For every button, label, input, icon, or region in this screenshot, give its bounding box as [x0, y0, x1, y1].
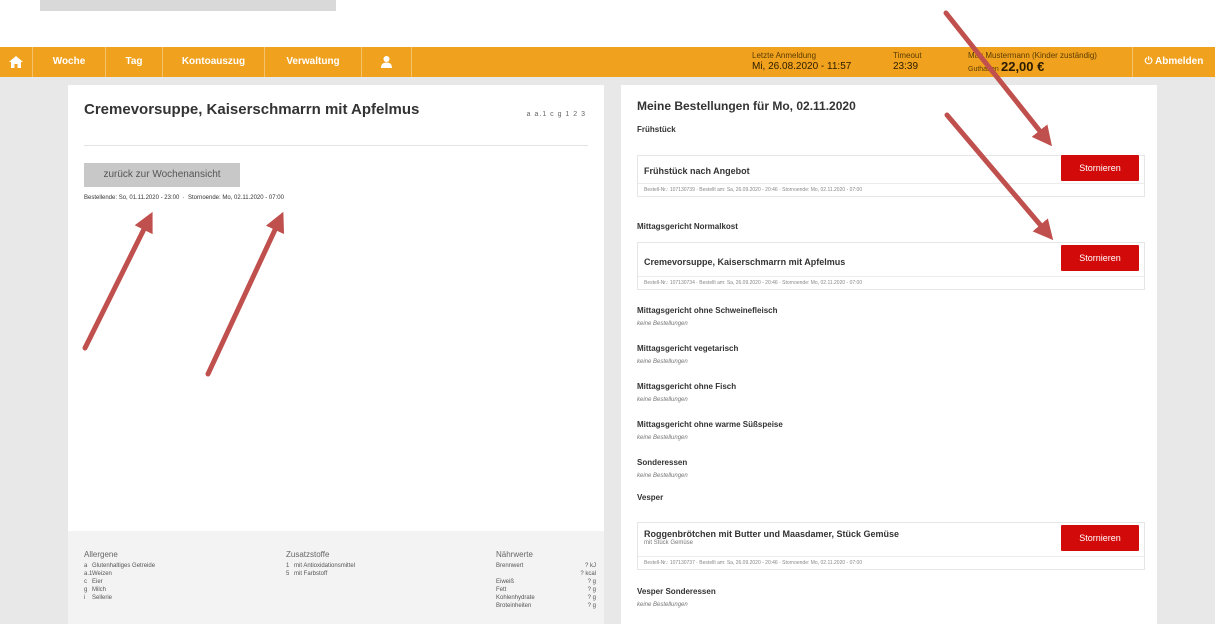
allergen-codes: a a.1 c g 1 2 3	[526, 111, 586, 118]
section-vesper-sonderessen: Vesper Sonderessen	[637, 587, 716, 596]
cancel-order-button[interactable]: Stornieren	[1061, 245, 1139, 271]
nav-tag[interactable]: Tag	[106, 47, 163, 77]
no-orders-text: keine Bestellungen	[637, 602, 688, 608]
logout-button[interactable]: ⏻ Abmelden	[1132, 47, 1215, 77]
user-profile-button[interactable]	[362, 47, 412, 77]
nutrition-legend: Nährwerte Brennwert? kJ ? kcal Eiweiß? g…	[496, 550, 596, 610]
no-orders-text: keine Bestellungen	[637, 435, 688, 441]
meal-detail-panel: Cremevorsuppe, Kaiserschmarrn mit Apfelm…	[68, 85, 604, 624]
order-name: Roggenbrötchen mit Butter und Maasdamer,…	[644, 529, 900, 539]
additives-heading: Zusatzstoffe	[286, 550, 330, 559]
top-gray-bar	[40, 0, 336, 11]
cancel-order-button[interactable]: Stornieren	[1061, 525, 1139, 551]
no-orders-text: keine Bestellungen	[637, 359, 688, 365]
last-login-info: Letzte Anmeldung Mi, 26.08.2020 - 11:57	[752, 51, 852, 72]
back-to-week-button[interactable]: zurück zur Wochenansicht	[84, 163, 240, 187]
nav-kontoauszug[interactable]: Kontoauszug	[163, 47, 265, 77]
section-fruehstueck: Frühstück	[637, 125, 676, 134]
order-deadline: Bestellende: So, 01.11.2020 - 23:00	[84, 195, 180, 201]
section-normalkost: Mittagsgericht Normalkost	[637, 222, 738, 231]
section-vesper: Vesper	[637, 493, 664, 502]
home-icon	[9, 56, 23, 68]
power-icon: ⏻	[1144, 56, 1153, 67]
divider	[84, 145, 588, 146]
no-orders-text: keine Bestellungen	[637, 473, 688, 479]
no-orders-text: keine Bestellungen	[637, 397, 688, 403]
nutrition-heading: Nährwerte	[496, 550, 533, 559]
section-ohne-suess: Mittagsgericht ohne warme Süßspeise	[637, 420, 783, 429]
orders-title: Meine Bestellungen für Mo, 02.11.2020	[637, 99, 856, 113]
section-ohne-schwein: Mittagsgericht ohne Schweinefleisch	[637, 306, 778, 315]
order-meta: Bestell-Nr.: 107130737 · Bestellt am: Sa…	[638, 556, 1144, 569]
order-name: Cremevorsuppe, Kaiserschmarrn mit Apfelm…	[644, 257, 846, 267]
legend-footer: Allergene a Glutenhaltiges Getreide a.1We…	[68, 531, 604, 624]
section-vegetarisch: Mittagsgericht vegetarisch	[637, 344, 739, 353]
no-orders-text: keine Bestellungen	[637, 321, 688, 327]
meal-title: Cremevorsuppe, Kaiserschmarrn mit Apfelm…	[84, 101, 420, 118]
allergens-legend: Allergene a Glutenhaltiges Getreide a.1We…	[84, 550, 156, 602]
order-name: Frühstück nach Angebot	[644, 166, 750, 176]
my-orders-panel: Meine Bestellungen für Mo, 02.11.2020 Fr…	[621, 85, 1157, 624]
top-navbar: Woche Tag Kontoauszug Verwaltung Letzte …	[0, 47, 1215, 77]
additives-legend: Zusatzstoffe 1 mit Antioxidationsmittel 5…	[286, 550, 356, 578]
order-meta: Bestell-Nr.: 107130739 · Bestellt am: Sa…	[638, 183, 1144, 196]
allergens-heading: Allergene	[84, 550, 118, 559]
deadline-separator: ·	[182, 195, 185, 201]
cancel-order-button[interactable]: Stornieren	[1061, 155, 1139, 181]
nav-verwaltung[interactable]: Verwaltung	[265, 47, 362, 77]
nav-woche[interactable]: Woche	[33, 47, 106, 77]
user-icon	[381, 56, 392, 68]
section-sonderessen: Sonderessen	[637, 458, 688, 467]
timeout-info: Timeout 23:39	[893, 51, 922, 72]
user-balance-info: Max Mustermann (Kinder zuständig) Guthab…	[968, 51, 1097, 74]
deadlines: Bestellende: So, 01.11.2020 - 23:00 · St…	[84, 195, 284, 201]
order-meta: Bestell-Nr.: 107130734 · Bestellt am: Sa…	[638, 276, 1144, 289]
cancel-deadline: Stornoende: Mo, 02.11.2020 - 07:00	[187, 195, 284, 201]
section-ohne-fisch: Mittagsgericht ohne Fisch	[637, 382, 737, 391]
home-button[interactable]	[0, 47, 33, 77]
order-subtitle: mit Stück Gemüse	[644, 540, 694, 546]
